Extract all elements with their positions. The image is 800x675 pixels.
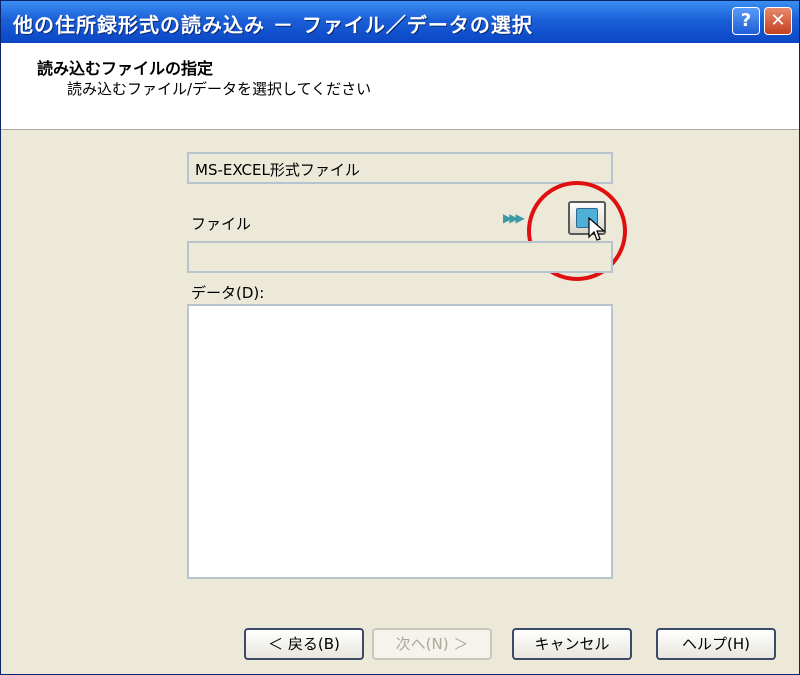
- data-label: データ(D):: [191, 284, 265, 302]
- data-list[interactable]: [187, 304, 613, 579]
- wizard-header: 読み込むファイルの指定 読み込むファイル/データを選択してください: [1, 43, 799, 130]
- close-icon[interactable]: ✕: [764, 7, 792, 35]
- back-button[interactable]: ＜ 戻る(B): [244, 628, 364, 660]
- window-title: 他の住所録形式の読み込み － ファイル／データの選択: [13, 13, 533, 37]
- file-path-field[interactable]: [187, 241, 613, 273]
- next-button[interactable]: 次へ(N) ＞: [372, 628, 492, 660]
- arrow-indicator-icon: ▶▶▶: [503, 211, 525, 225]
- file-label: ファイル: [191, 215, 252, 233]
- dialog-window: 他の住所録形式の読み込み － ファイル／データの選択 ? ✕ 読み込むファイルの…: [0, 0, 800, 675]
- cancel-button[interactable]: キャンセル: [512, 628, 632, 660]
- help-button[interactable]: ヘルプ(H): [656, 628, 776, 660]
- title-bar: 他の住所録形式の読み込み － ファイル／データの選択 ? ✕: [1, 1, 799, 43]
- header-subtitle: 読み込むファイル/データを選択してください: [67, 80, 372, 98]
- help-icon[interactable]: ?: [732, 7, 760, 35]
- header-title: 読み込むファイルの指定: [37, 59, 214, 78]
- format-field: MS-EXCEL形式ファイル: [187, 152, 613, 184]
